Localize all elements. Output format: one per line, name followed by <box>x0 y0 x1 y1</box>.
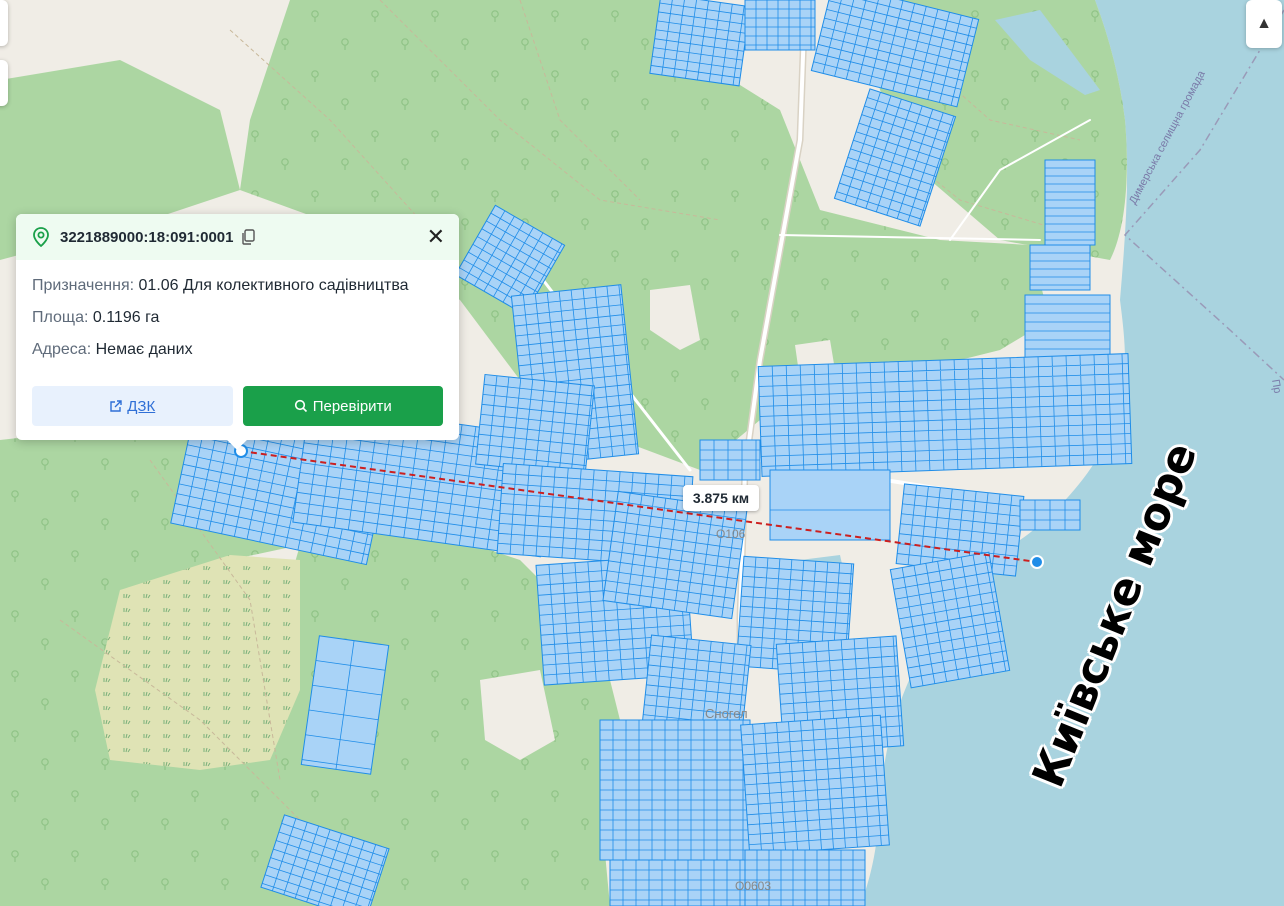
copy-icon[interactable] <box>241 229 255 245</box>
parcel-block[interactable] <box>475 373 595 477</box>
parcel-block[interactable] <box>769 469 891 541</box>
check-button[interactable]: Перевірити <box>242 386 443 426</box>
parcel-block[interactable] <box>757 353 1133 477</box>
parcel-block[interactable] <box>1044 159 1096 246</box>
map-control-second[interactable] <box>0 60 8 106</box>
parcel-popup: 3221889000:18:091:0001 ✕ Призначення: 01… <box>16 214 459 440</box>
parcel-block[interactable] <box>744 0 816 51</box>
area-label: Площа: <box>32 309 89 326</box>
parcel-block[interactable] <box>889 551 1011 689</box>
measure-end-point[interactable] <box>1030 555 1044 569</box>
road-label-o0603: О0603 <box>735 879 771 893</box>
compass-button[interactable]: ▲ <box>1246 0 1282 48</box>
parcel-block[interactable] <box>599 719 751 861</box>
purpose-value: 01.06 Для колективного садівництва <box>138 277 409 294</box>
parcel-block[interactable] <box>1019 499 1081 531</box>
address-value: Немає даних <box>95 341 193 358</box>
address-label: Адреса: <box>32 341 92 358</box>
cadastral-number: 3221889000:18:091:0001 <box>60 228 234 246</box>
area-row: Площа: 0.1196 га <box>32 302 443 334</box>
compass-icon: ▲ <box>1256 15 1272 32</box>
distance-label: 3.875 км <box>683 485 759 511</box>
parcel-block[interactable] <box>699 439 761 481</box>
road-label-o106: О106 <box>716 527 746 541</box>
search-icon <box>294 399 307 413</box>
address-row: Адреса: Немає даних <box>32 334 443 366</box>
purpose-label: Призначення: <box>32 277 135 294</box>
map-canvas[interactable]: О106 Сногел О0603 Димерська селищна гром… <box>0 0 1284 906</box>
close-icon[interactable]: ✕ <box>427 226 445 248</box>
popup-header: 3221889000:18:091:0001 ✕ <box>16 214 459 260</box>
purpose-row: Призначення: 01.06 Для колективного саді… <box>32 270 443 302</box>
edge-label: Пр <box>1269 378 1283 394</box>
road-label-snogel: Сногел <box>705 706 748 721</box>
location-pin-icon <box>33 227 49 247</box>
check-button-label: Перевірити <box>312 397 392 415</box>
parcel-block[interactable] <box>1029 244 1091 291</box>
dzk-button[interactable]: ДЗК <box>32 386 233 426</box>
parcel-block[interactable] <box>740 714 890 856</box>
external-link-icon <box>110 399 122 412</box>
area-value: 0.1196 га <box>92 309 160 326</box>
dzk-button-label: ДЗК <box>127 397 156 415</box>
parcel-block[interactable] <box>649 0 751 87</box>
parcel-block[interactable] <box>744 849 866 906</box>
map-control-top[interactable] <box>0 0 8 46</box>
